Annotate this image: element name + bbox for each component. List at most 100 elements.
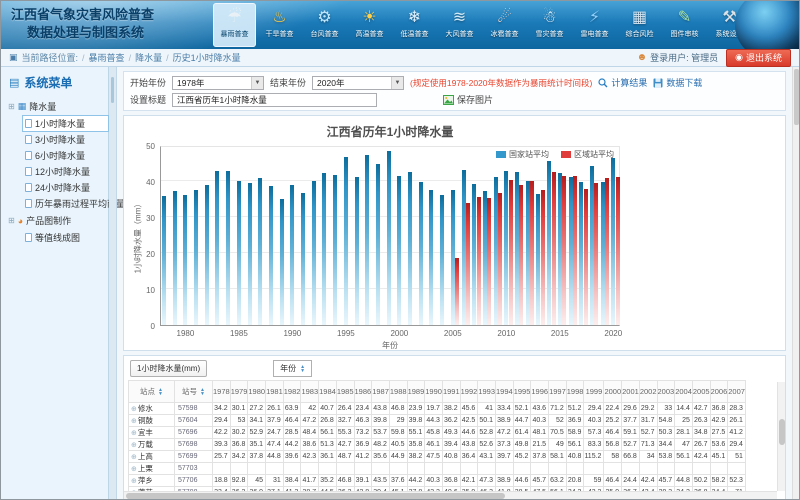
row-expander-icon[interactable]: ⊕ — [131, 454, 137, 461]
sidebar-item-rain-12h[interactable]: 12小时降水量 — [23, 164, 108, 179]
logout-button[interactable]: ◉ 退出系统 — [726, 49, 791, 67]
page-scrollbar[interactable] — [792, 67, 799, 500]
table-unit-button[interactable]: 1小时降水量(mm) — [130, 360, 207, 377]
year-column-header[interactable]: 1998 — [566, 381, 584, 403]
nav-item-hail[interactable]: ☄冰雹普查 — [483, 3, 526, 47]
x-tick-label: 1990 — [283, 329, 301, 338]
year-column-header[interactable]: 1997 — [549, 381, 567, 403]
nav-item-high-temp[interactable]: ☀高温普查 — [348, 3, 391, 47]
expander-icon[interactable]: ⊞ — [8, 102, 15, 111]
nav-item-rainstorm[interactable]: ☔暴雨普查 — [213, 3, 256, 47]
breadcrumb-item[interactable]: 暴雨普查 — [89, 53, 125, 63]
year-column-header[interactable]: 1982 — [283, 381, 301, 403]
year-column-header[interactable]: 1979 — [230, 381, 248, 403]
nav-item-low-temp[interactable]: ❄低温普查 — [393, 3, 436, 47]
station-column-header[interactable]: 站点▲▼ — [129, 381, 175, 403]
year-column-header[interactable]: 1992 — [460, 381, 478, 403]
year-column-header[interactable]: 2007 — [728, 381, 746, 403]
row-expander-icon[interactable]: ⊕ — [131, 430, 137, 437]
value-cell: 30.2 — [230, 427, 248, 439]
table-row[interactable]: ⊕修水5759834.230.127.226.163.94240.726.423… — [129, 403, 746, 415]
row-expander-icon[interactable]: ⊕ — [131, 478, 137, 485]
row-expander-icon[interactable]: ⊕ — [131, 418, 137, 425]
bar-national-1985 — [237, 181, 241, 325]
legend-item[interactable]: 区域站平均 — [561, 149, 614, 160]
year-column-header[interactable]: 1999 — [584, 381, 604, 403]
value-cell: 29 — [389, 415, 407, 427]
sidebar-group-precipitation[interactable]: ⊞▦降水量 — [8, 98, 108, 115]
nav-item-drought[interactable]: ♨干旱普查 — [258, 3, 301, 47]
year-column-header[interactable]: 1995 — [513, 381, 531, 403]
table-row[interactable]: ⊕铜鼓5760429.45334.137.946.447.226.832.746… — [129, 415, 746, 427]
value-cell: 30.1 — [230, 403, 248, 415]
expander-icon[interactable]: ⊞ — [8, 216, 15, 225]
year-column-header[interactable]: 1996 — [531, 381, 549, 403]
year-column-header[interactable]: 1994 — [496, 381, 514, 403]
table-hscroll-thumb[interactable] — [126, 493, 505, 499]
year-column-header[interactable]: 1989 — [407, 381, 425, 403]
value-cell — [675, 463, 693, 475]
start-year-select[interactable]: 1978年 ▼ — [172, 76, 264, 90]
sidebar-item-rain-6h[interactable]: 6小时降水量 — [23, 148, 108, 163]
year-column-header[interactable]: 1978 — [213, 381, 231, 403]
table-vscroll-thumb[interactable] — [779, 419, 785, 445]
year-column-header[interactable]: 1986 — [354, 381, 372, 403]
chevron-down-icon: ▼ — [391, 77, 403, 89]
table-hscrollbar[interactable] — [124, 491, 777, 499]
filter-panel: 开始年份 1978年 ▼ 结束年份 2020年 ▼ (规定使用1978-2020… — [123, 71, 786, 111]
year-column-header[interactable]: 2000 — [604, 381, 622, 403]
year-column-header[interactable]: 1980 — [248, 381, 266, 403]
table-row[interactable]: ⊕萍乡5770618.892.8453138.441.735.246.839.1… — [129, 475, 746, 487]
row-expander-icon[interactable]: ⊕ — [131, 442, 137, 449]
nav-item-combined-risk[interactable]: ▦综合风险 — [618, 3, 661, 47]
table-vscrollbar[interactable] — [777, 382, 785, 491]
year-column-header[interactable]: 2003 — [657, 381, 675, 403]
sidebar-item-rain-3h[interactable]: 3小时降水量 — [23, 132, 108, 147]
nav-item-map-review[interactable]: ✎图件审核 — [663, 3, 706, 47]
row-expander-icon[interactable]: ⊕ — [131, 466, 137, 473]
year-column-header[interactable]: 1988 — [389, 381, 407, 403]
year-column-header[interactable]: 1983 — [301, 381, 319, 403]
code-column-header[interactable]: 站号▲▼ — [175, 381, 213, 403]
year-column-header[interactable]: 2001 — [622, 381, 640, 403]
table-year-sort[interactable]: 年份 ▲▼ — [273, 360, 312, 377]
year-column-header[interactable]: 2002 — [639, 381, 657, 403]
row-expander-icon[interactable]: ⊕ — [131, 406, 137, 413]
sidebar-item-rain-24h[interactable]: 24小时降水量 — [23, 180, 108, 195]
year-column-header[interactable]: 2005 — [692, 381, 710, 403]
legend-item[interactable]: 国家站平均 — [496, 149, 549, 160]
sidebar-splitter[interactable] — [109, 67, 117, 500]
year-column-header[interactable]: 1985 — [336, 381, 354, 403]
splitter-grip[interactable] — [111, 77, 114, 103]
data-download-button[interactable]: 数据下载 — [653, 76, 702, 89]
nav-item-typhoon[interactable]: ⚙台风普查 — [303, 3, 346, 47]
chart-title-input[interactable] — [172, 93, 377, 107]
nav-item-snow[interactable]: ☃雪灾普查 — [528, 3, 571, 47]
year-column-header[interactable]: 2006 — [710, 381, 728, 403]
calc-result-button[interactable]: 计算结果 — [598, 76, 647, 89]
save-image-button[interactable]: 保存图片 — [443, 93, 493, 106]
breadcrumb-item[interactable]: 降水量 — [135, 53, 162, 63]
year-column-header[interactable]: 1981 — [266, 381, 284, 403]
page-scroll-thumb[interactable] — [794, 69, 799, 125]
year-column-header[interactable]: 1991 — [442, 381, 460, 403]
year-column-header[interactable]: 1993 — [478, 381, 496, 403]
table-row[interactable]: ⊕万载5769839.336.835.147.444.238.651.342.7… — [129, 439, 746, 451]
end-year-select[interactable]: 2020年 ▼ — [312, 76, 404, 90]
sidebar-item-isoline-map[interactable]: 等值线成图 — [23, 230, 108, 245]
product-mapping-icon: ◕ — [18, 216, 23, 226]
breadcrumb-item[interactable]: 历史1小时降水量 — [173, 53, 241, 63]
nav-item-lightning[interactable]: ⚡雷电普查 — [573, 3, 616, 47]
year-column-header[interactable]: 1990 — [425, 381, 443, 403]
year-column-header[interactable]: 1984 — [319, 381, 337, 403]
nav-item-gale[interactable]: ≋大风普查 — [438, 3, 481, 47]
table-row[interactable]: ⊕上高5769925.734.237.844.839.642.336.148.7… — [129, 451, 746, 463]
table-row[interactable]: ⊕宜丰5769642.230.252.924.728.548.456.155.3… — [129, 427, 746, 439]
sidebar-item-rain-process-avg[interactable]: 历年暴雨过程平均雨量 — [23, 196, 108, 211]
sidebar-item-rain-1h[interactable]: 1小时降水量 — [23, 116, 108, 131]
year-column-header[interactable]: 1987 — [372, 381, 390, 403]
table-row[interactable]: ⊕上栗57703 — [129, 463, 746, 475]
chart-legend: 国家站平均 区域站平均 — [160, 149, 614, 160]
year-column-header[interactable]: 2004 — [675, 381, 693, 403]
sidebar-group-product-mapping[interactable]: ⊞◕产品图制作 — [8, 212, 108, 229]
